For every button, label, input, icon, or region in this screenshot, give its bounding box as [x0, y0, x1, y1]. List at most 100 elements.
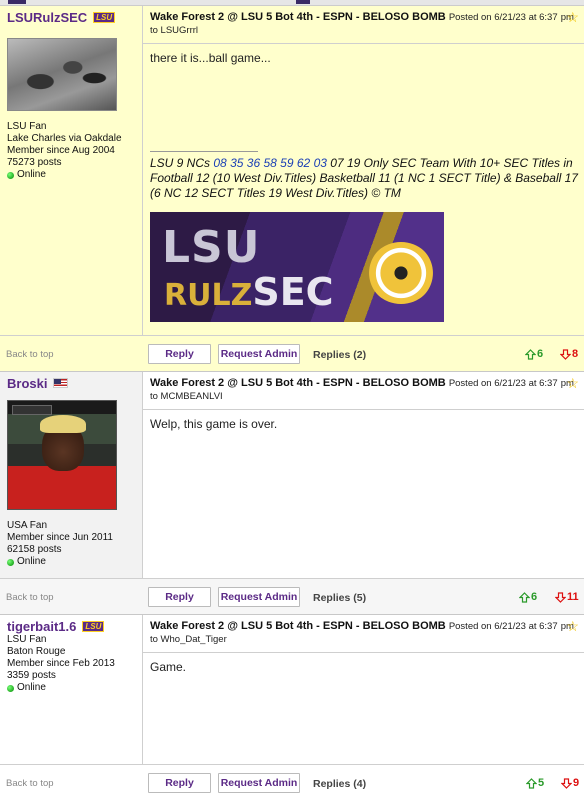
post-footer: Back to top Reply Request Admin Replies … — [0, 335, 584, 371]
reply-button[interactable]: Reply — [148, 773, 211, 793]
downvote-control[interactable]: 11 — [555, 591, 579, 603]
year-link[interactable]: 59 — [280, 156, 293, 170]
username-link[interactable]: Broski — [7, 376, 47, 391]
user-online-status: Online — [7, 682, 135, 694]
year-link[interactable]: 58 — [263, 156, 276, 170]
replies-link[interactable]: Replies (2) — [313, 349, 366, 361]
team-badge: LSU — [82, 621, 105, 632]
star-outline-icon[interactable]: ☆ — [566, 10, 579, 24]
user-post-count: 75273 posts — [7, 157, 62, 168]
post-body: Wake Forest 2 @ LSU 5 Bot 4th - ESPN - B… — [143, 615, 584, 764]
request-admin-button[interactable]: Request Admin — [218, 587, 300, 607]
user-member-since: Member since Feb 2013 — [7, 658, 115, 669]
replies-link[interactable]: Replies (5) — [313, 592, 366, 604]
replies-link[interactable]: Replies (4) — [313, 778, 366, 790]
post-header: Wake Forest 2 @ LSU 5 Bot 4th - ESPN - B… — [143, 6, 584, 37]
posted-date: Posted on 6/21/23 at 6:37 — [448, 12, 558, 23]
upvote-count: 5 — [538, 777, 545, 789]
user-location: Lake Charles via Oakdale — [7, 133, 122, 144]
downvote-control[interactable]: 9 — [561, 777, 579, 789]
online-label: Online — [17, 556, 46, 567]
online-dot-icon — [7, 684, 14, 692]
user-avatar[interactable] — [7, 38, 117, 111]
year-link[interactable]: 36 — [247, 156, 260, 170]
star-outline-icon[interactable]: ☆ — [566, 619, 579, 633]
top-tab-indicator — [296, 0, 310, 4]
post-message: there it is...ball game... — [150, 51, 271, 65]
year-link[interactable]: 62 — [297, 156, 310, 170]
user-fan-of: LSU Fan — [7, 634, 47, 645]
posted-date: Posted on 6/21/23 at 6:37 — [448, 621, 558, 632]
username-link[interactable]: LSURulzSEC — [7, 10, 87, 25]
thumb-down-arrow-icon[interactable] — [560, 348, 571, 360]
banner-text-rulzsec: RULZSEC — [164, 270, 334, 314]
user-fan-of: USA Fan — [7, 520, 48, 531]
user-member-since: Member since Jun 2011 — [7, 532, 113, 543]
username-link[interactable]: tigerbait1.6 — [7, 619, 76, 634]
post-subject: Wake Forest 2 @ LSU 5 Bot 4th - ESPN - B… — [150, 11, 446, 23]
user-member-since: Member since Aug 2004 — [7, 145, 115, 156]
year-link[interactable]: 35 — [230, 156, 243, 170]
signature-banner-image: LSU RULZSEC — [150, 212, 444, 322]
user-sidebar: tigerbait1.6 LSU LSU Fan Baton Rouge Memb… — [0, 615, 143, 764]
back-to-top-link[interactable]: Back to top — [6, 349, 54, 360]
post-message: Game. — [150, 660, 187, 674]
signature-text: LSU 9 NCs 08 35 36 58 59 62 03 07 19 Onl… — [150, 156, 580, 201]
star-outline-icon[interactable]: ☆ — [566, 376, 579, 390]
online-label: Online — [17, 169, 46, 180]
post-header: Wake Forest 2 @ LSU 5 Bot 4th - ESPN - B… — [143, 615, 584, 646]
forum-post: Broski USA Fan Member since Jun 2011 621… — [0, 372, 584, 615]
avatar-hair — [40, 415, 86, 433]
upvote-control[interactable]: 6 — [519, 591, 537, 603]
post-footer: Back to top Reply Request Admin Replies … — [0, 578, 584, 614]
post-footer: Back to top Reply Request Admin Replies … — [0, 764, 584, 800]
reply-button[interactable]: Reply — [148, 587, 211, 607]
online-label: Online — [17, 682, 46, 693]
downvote-count: 9 — [573, 777, 580, 789]
forum-post: tigerbait1.6 LSU LSU Fan Baton Rouge Memb… — [0, 615, 584, 800]
post-header: Wake Forest 2 @ LSU 5 Bot 4th - ESPN - B… — [143, 372, 584, 403]
forum-post: LSURulzSEC LSU LSU Fan Lake Charles via O… — [0, 6, 584, 372]
user-post-count: 3359 posts — [7, 670, 56, 681]
request-admin-button[interactable]: Request Admin — [218, 344, 300, 364]
user-post-count: 62158 posts — [7, 544, 62, 555]
user-online-status: Online — [7, 169, 135, 181]
reply-button[interactable]: Reply — [148, 344, 211, 364]
downvote-control[interactable]: 8 — [560, 348, 578, 360]
team-badge: LSU — [93, 12, 116, 23]
user-avatar[interactable] — [7, 400, 117, 510]
post-subject: Wake Forest 2 @ LSU 5 Bot 4th - ESPN - B… — [150, 377, 446, 389]
upvote-control[interactable]: 6 — [525, 348, 543, 360]
back-to-top-link[interactable]: Back to top — [6, 592, 54, 603]
online-dot-icon — [7, 171, 14, 179]
user-fan-of: LSU Fan — [7, 121, 47, 132]
banner-text-lsu: LSU — [162, 222, 261, 273]
thumb-down-arrow-icon[interactable] — [561, 777, 572, 789]
post-body: Wake Forest 2 @ LSU 5 Bot 4th - ESPN - B… — [143, 6, 584, 335]
posted-date: Posted on 6/21/23 at 6:37 — [448, 378, 558, 389]
user-sidebar: LSURulzSEC LSU LSU Fan Lake Charles via O… — [0, 6, 143, 335]
upvote-control[interactable]: 5 — [526, 777, 544, 789]
user-sidebar: Broski USA Fan Member since Jun 2011 621… — [0, 372, 143, 578]
thumb-up-arrow-icon[interactable] — [526, 777, 537, 789]
request-admin-button[interactable]: Request Admin — [218, 773, 300, 793]
thumb-up-arrow-icon[interactable] — [519, 591, 530, 603]
tiger-eye-logo — [368, 242, 434, 304]
thumb-down-arrow-icon[interactable] — [555, 591, 566, 603]
online-dot-icon — [7, 558, 14, 566]
scorebug-graphic — [12, 405, 52, 415]
signature-divider — [150, 151, 258, 152]
year-link[interactable]: 08 — [213, 156, 226, 170]
post-body: Wake Forest 2 @ LSU 5 Bot 4th - ESPN - B… — [143, 372, 584, 578]
upvote-count: 6 — [537, 348, 544, 360]
post-subject: Wake Forest 2 @ LSU 5 Bot 4th - ESPN - B… — [150, 620, 446, 632]
downvote-count: 8 — [572, 348, 579, 360]
user-online-status: Online — [7, 556, 135, 568]
back-to-top-link[interactable]: Back to top — [6, 778, 54, 789]
thumb-up-arrow-icon[interactable] — [525, 348, 536, 360]
downvote-count: 11 — [567, 591, 579, 603]
user-location: Baton Rouge — [7, 646, 66, 657]
post-message: Welp, this game is over. — [150, 417, 278, 431]
year-link[interactable]: 03 — [314, 156, 327, 170]
top-tab-indicator — [8, 0, 26, 4]
